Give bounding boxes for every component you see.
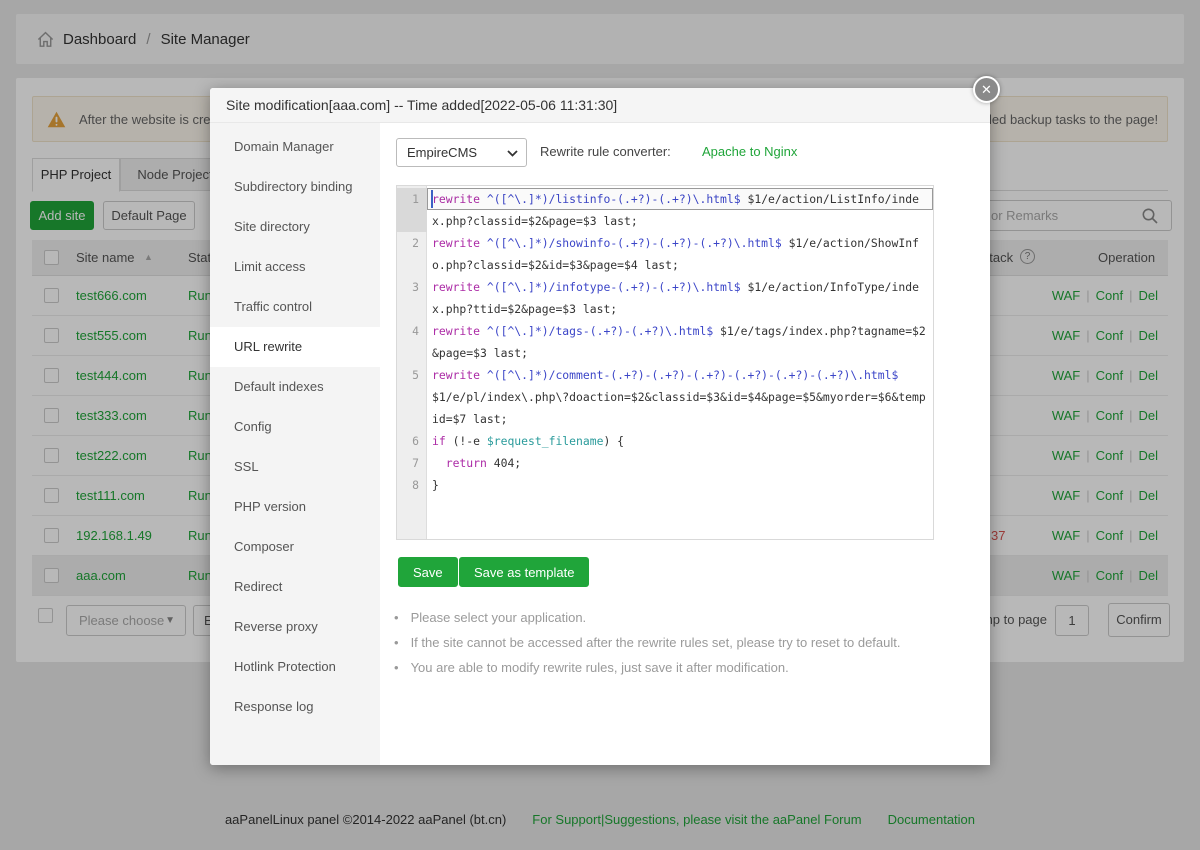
editor-line: 7 return 404;	[397, 452, 933, 474]
note-item: You are able to modify rewrite rules, ju…	[394, 660, 901, 675]
editor-line: 2rewrite ^([^\.]*)/showinfo-(.+?)-(.+?)-…	[397, 232, 933, 276]
editor-line: 8}	[397, 474, 933, 496]
code-text: rewrite ^([^\.]*)/comment-(.+?)-(.+?)-(.…	[427, 364, 933, 430]
modal-content: EmpireCMS Rewrite rule converter: Apache…	[380, 123, 990, 765]
modal-menu-item[interactable]: Default indexes	[210, 367, 380, 407]
modal-menu: Domain ManagerSubdirectory bindingSite d…	[210, 123, 380, 765]
modal-menu-item[interactable]: PHP version	[210, 487, 380, 527]
modal-menu-item[interactable]: SSL	[210, 447, 380, 487]
code-text: rewrite ^([^\.]*)/listinfo-(.+?)-(.+?)\.…	[427, 188, 933, 232]
modal-header: Site modification[aaa.com] -- Time added…	[210, 88, 990, 123]
line-number: 8	[397, 474, 427, 496]
line-number: 2	[397, 232, 427, 276]
line-number: 7	[397, 452, 427, 474]
converter-label: Rewrite rule converter:	[540, 144, 671, 159]
text-cursor	[431, 190, 433, 208]
save-button[interactable]: Save	[398, 557, 458, 587]
notes-list: Please select your application. If the si…	[394, 610, 901, 685]
application-select-value: EmpireCMS	[407, 145, 477, 160]
modal-menu-item[interactable]: Limit access	[210, 247, 380, 287]
note-item: If the site cannot be accessed after the…	[394, 635, 901, 650]
editor-line: 4rewrite ^([^\.]*)/tags-(.+?)-(.+?)\.htm…	[397, 320, 933, 364]
code-text: }	[427, 474, 933, 496]
line-number: 5	[397, 364, 427, 430]
editor-line: 1rewrite ^([^\.]*)/listinfo-(.+?)-(.+?)\…	[397, 188, 933, 232]
code-text: rewrite ^([^\.]*)/infotype-(.+?)-(.+?)\.…	[427, 276, 933, 320]
modal-menu-item[interactable]: Reverse proxy	[210, 607, 380, 647]
code-text: rewrite ^([^\.]*)/tags-(.+?)-(.+?)\.html…	[427, 320, 933, 364]
line-number: 3	[397, 276, 427, 320]
site-modification-modal: Site modification[aaa.com] -- Time added…	[210, 88, 990, 765]
close-icon[interactable]: ✕	[973, 76, 1000, 103]
note-item: Please select your application.	[394, 610, 901, 625]
converter-link[interactable]: Apache to Nginx	[702, 144, 797, 159]
modal-menu-item[interactable]: Domain Manager	[210, 127, 380, 167]
modal-menu-item[interactable]: Hotlink Protection	[210, 647, 380, 687]
modal-menu-item[interactable]: Response log	[210, 687, 380, 727]
application-select[interactable]: EmpireCMS	[396, 138, 527, 167]
modal-title: Site modification[aaa.com] -- Time added…	[226, 97, 617, 113]
modal-menu-item[interactable]: URL rewrite	[210, 327, 380, 367]
modal-menu-item[interactable]: Subdirectory binding	[210, 167, 380, 207]
code-text: if (!-e $request_filename) {	[427, 430, 933, 452]
line-number: 6	[397, 430, 427, 452]
modal-menu-item[interactable]: Config	[210, 407, 380, 447]
code-text: rewrite ^([^\.]*)/showinfo-(.+?)-(.+?)-(…	[427, 232, 933, 276]
editor-line: 3rewrite ^([^\.]*)/infotype-(.+?)-(.+?)\…	[397, 276, 933, 320]
code-text: return 404;	[427, 452, 933, 474]
line-number: 4	[397, 320, 427, 364]
editor-line: 6if (!-e $request_filename) {	[397, 430, 933, 452]
editor-lines: 1rewrite ^([^\.]*)/listinfo-(.+?)-(.+?)\…	[397, 188, 933, 496]
editor-line: 5rewrite ^([^\.]*)/comment-(.+?)-(.+?)-(…	[397, 364, 933, 430]
chevron-down-icon	[507, 150, 518, 157]
modal-menu-item[interactable]: Site directory	[210, 207, 380, 247]
save-as-template-button[interactable]: Save as template	[459, 557, 589, 587]
rewrite-rule-editor[interactable]: 1rewrite ^([^\.]*)/listinfo-(.+?)-(.+?)\…	[396, 185, 934, 540]
modal-menu-item[interactable]: Composer	[210, 527, 380, 567]
line-number: 1	[397, 188, 427, 232]
modal-menu-item[interactable]: Traffic control	[210, 287, 380, 327]
modal-menu-item[interactable]: Redirect	[210, 567, 380, 607]
